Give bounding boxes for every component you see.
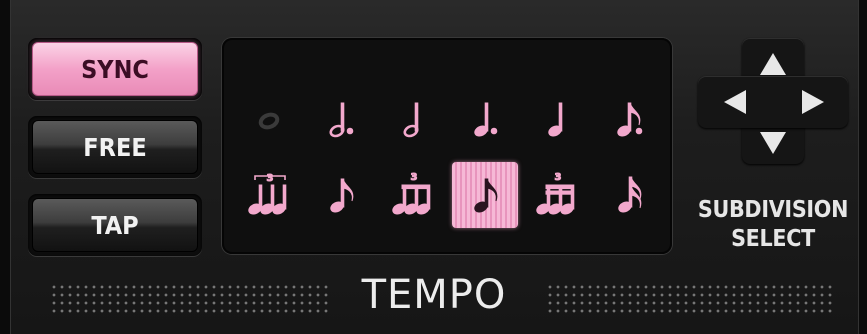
tap-button-well: TAP xyxy=(28,194,202,256)
subdivision-cell[interactable]: 3 xyxy=(524,162,590,228)
sync-button[interactable]: SYNC xyxy=(32,42,198,96)
whole-note-icon xyxy=(258,112,280,130)
subdivision-cell[interactable] xyxy=(308,86,374,152)
subdivision-cell[interactable] xyxy=(596,86,662,152)
up-arrow-icon[interactable] xyxy=(760,53,786,75)
svg-text:3: 3 xyxy=(411,172,418,183)
subdivision-label-line2: SELECT xyxy=(731,226,815,252)
subdivision-display: 3 3 3 xyxy=(222,38,672,254)
sixteenth-note-icon xyxy=(618,176,642,213)
right-arrow-icon[interactable] xyxy=(802,90,824,114)
subdivision-dpad xyxy=(698,38,848,164)
half-note-icon xyxy=(403,102,419,138)
subdivision-cell[interactable] xyxy=(452,162,518,228)
subdivision-cell[interactable] xyxy=(596,162,662,228)
quarter-triplet-icon: 3 xyxy=(248,173,287,215)
left-arrow-icon[interactable] xyxy=(724,90,746,114)
eighth-note-icon xyxy=(330,178,354,213)
subdivision-select-label: SUBDIVISION SELECT xyxy=(680,196,866,254)
subdivision-cell[interactable] xyxy=(236,86,302,152)
free-button-well: FREE xyxy=(28,116,202,178)
subdivision-cell[interactable] xyxy=(380,86,446,152)
right-dot-divider xyxy=(546,283,832,313)
eighth-triplet-icon: 3 xyxy=(392,172,431,215)
free-button[interactable]: FREE xyxy=(32,120,198,174)
subdivision-cell[interactable]: 3 xyxy=(236,162,302,228)
subdivision-cell[interactable] xyxy=(308,162,374,228)
dotted-eighth-note-icon xyxy=(617,102,643,137)
subdivision-grid: 3 3 3 xyxy=(222,38,672,254)
quarter-note-icon xyxy=(548,102,563,137)
subdivision-cell[interactable] xyxy=(452,86,518,152)
left-dot-divider xyxy=(50,283,332,313)
tap-button[interactable]: TAP xyxy=(32,198,198,252)
dotted-quarter-note-icon xyxy=(474,102,498,137)
subdivision-cell[interactable]: 3 xyxy=(380,162,446,228)
subdivision-label-line1: SUBDIVISION xyxy=(697,197,849,223)
dpad-horizontal-bar xyxy=(698,76,848,128)
subdivision-cell[interactable] xyxy=(524,86,590,152)
dotted-half-note-icon xyxy=(329,102,354,138)
sixteenth-triplet-icon: 3 xyxy=(536,172,575,215)
tempo-title: TEMPO xyxy=(361,272,507,318)
down-arrow-icon[interactable] xyxy=(760,132,786,154)
eighth-note-icon xyxy=(474,178,498,213)
svg-text:3: 3 xyxy=(267,173,274,184)
svg-text:3: 3 xyxy=(555,172,562,183)
sync-button-well: SYNC xyxy=(28,38,202,100)
